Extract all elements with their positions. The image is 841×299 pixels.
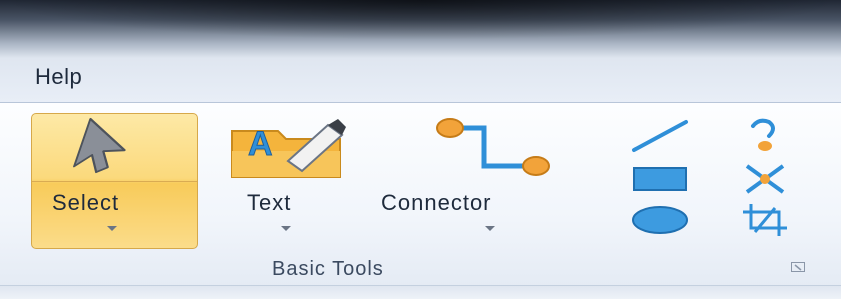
svg-text:A: A — [248, 125, 273, 163]
ribbon-bottom-edge — [0, 285, 841, 299]
window-title-bar — [0, 0, 841, 58]
tab-help[interactable]: Help — [35, 64, 82, 90]
ribbon-tab-row — [0, 58, 841, 102]
select-label[interactable]: Select — [52, 190, 119, 216]
crop-icon[interactable] — [741, 202, 789, 238]
dialog-launcher-icon[interactable] — [791, 262, 805, 272]
rectangle-icon[interactable] — [628, 164, 692, 194]
text-tool-icon: A — [231, 119, 346, 178]
ellipse-icon[interactable] — [628, 203, 692, 237]
connection-point-icon[interactable] — [741, 162, 789, 196]
freeform-icon[interactable] — [745, 116, 785, 156]
connector-label[interactable]: Connector — [381, 190, 492, 216]
group-label-basic-tools: Basic Tools — [272, 258, 384, 280]
connector-icon — [436, 118, 550, 176]
text-dropdown-arrow[interactable] — [281, 226, 291, 231]
connector-dropdown-arrow[interactable] — [485, 226, 495, 231]
select-dropdown-arrow[interactable] — [107, 226, 117, 231]
arrow-cursor-icon — [73, 117, 126, 174]
line-icon[interactable] — [628, 118, 692, 154]
text-label[interactable]: Text — [247, 190, 291, 216]
split-divider — [32, 181, 197, 182]
